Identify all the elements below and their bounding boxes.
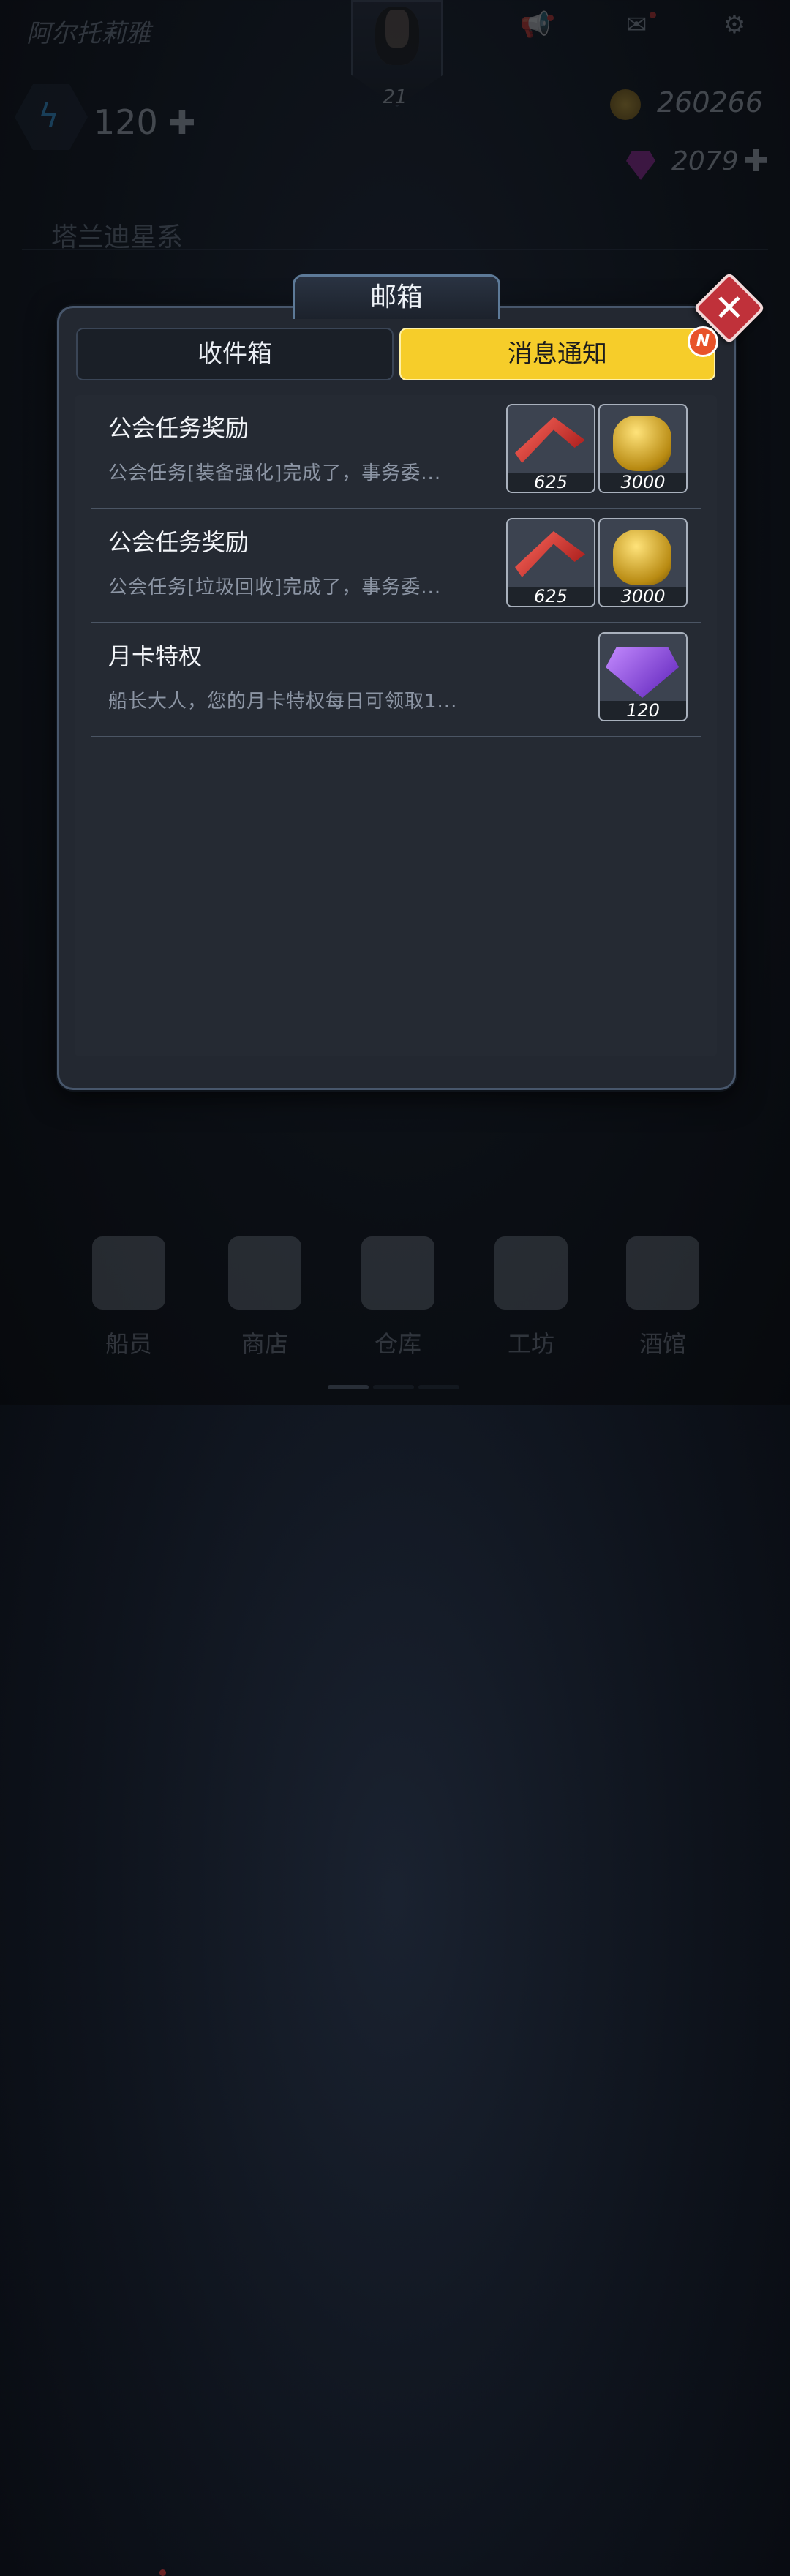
- message-row[interactable]: 公会任务奖励 公会任务[垃圾回收]完成了，事务委... 625 3000: [91, 509, 701, 623]
- message-row[interactable]: 月卡特权 船长大人，您的月卡特权每日可领取1... 120: [91, 623, 701, 737]
- reward-item[interactable]: 120: [598, 632, 688, 721]
- reward-qty: 3000: [600, 587, 686, 606]
- red-part-icon: [515, 531, 585, 577]
- message-title: 公会任务奖励: [108, 414, 249, 442]
- reward-qty: 120: [600, 701, 686, 720]
- gold-coins-icon: [613, 530, 672, 585]
- reward-qty: 625: [508, 587, 594, 606]
- message-preview: 船长大人，您的月卡特权每日可领取1...: [108, 691, 458, 713]
- tab-notifications[interactable]: 消息通知: [399, 328, 715, 380]
- reward-item[interactable]: 3000: [598, 518, 688, 607]
- reward-qty: 3000: [600, 473, 686, 492]
- message-preview: 公会任务[装备强化]完成了，事务委...: [108, 462, 442, 484]
- message-preview: 公会任务[垃圾回收]完成了，事务委...: [108, 577, 442, 598]
- reward-item[interactable]: 3000: [598, 404, 688, 493]
- reward-item[interactable]: 625: [506, 518, 595, 607]
- notification-dot: [159, 2569, 166, 2576]
- message-title: 月卡特权: [108, 642, 203, 670]
- message-list: 公会任务奖励 公会任务[装备强化]完成了，事务委... 625 3000 公会任…: [75, 395, 717, 1056]
- reward-item[interactable]: 625: [506, 404, 595, 493]
- message-row[interactable]: 公会任务奖励 公会任务[装备强化]完成了，事务委... 625 3000: [91, 395, 701, 509]
- close-icon[interactable]: ✕: [704, 282, 755, 334]
- new-badge: N: [688, 326, 718, 357]
- message-title: 公会任务奖励: [108, 528, 249, 556]
- reward-qty: 625: [508, 473, 594, 492]
- gold-coins-icon: [613, 416, 672, 471]
- tab-inbox[interactable]: 收件箱: [76, 328, 394, 380]
- dialog-title: 邮箱: [293, 274, 500, 319]
- purple-gems-icon: [606, 647, 679, 698]
- red-part-icon: [515, 417, 585, 463]
